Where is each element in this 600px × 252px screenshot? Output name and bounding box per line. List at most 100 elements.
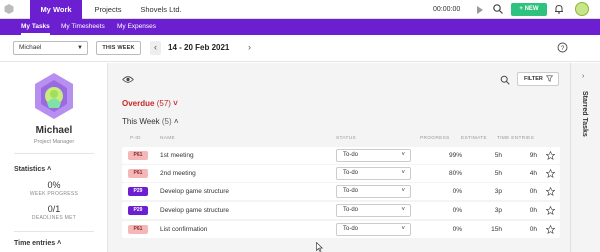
overdue-label: Overdue <box>122 99 155 108</box>
tab-projects[interactable]: Projects <box>88 0 128 19</box>
toolbar: Michael ▼ THIS WEEK ‹ 14 - 20 Feb 2021 ›… <box>0 35 600 62</box>
chevron-up-icon: ˄ <box>173 117 179 126</box>
star-icon[interactable] <box>546 169 555 178</box>
profile-role: Project Manager <box>33 139 75 145</box>
this-week-button[interactable]: THIS WEEK <box>96 41 141 55</box>
task-name[interactable]: 1st meeting <box>160 147 194 164</box>
column-header-progress: PROGRESS <box>420 136 450 141</box>
task-time-entries: 0h <box>529 226 537 233</box>
svg-text:?: ? <box>561 45 565 52</box>
task-name[interactable]: List confirmation <box>160 221 207 238</box>
eye-icon[interactable] <box>122 75 134 84</box>
chevron-up-icon: ˄ <box>47 166 52 173</box>
user-select-value: Michael <box>19 44 42 51</box>
status-select[interactable]: To-do ˅ <box>336 185 411 198</box>
this-week-count: (5) <box>161 117 172 126</box>
task-progress: 0% <box>452 207 462 214</box>
statistics-toggle[interactable]: Statistics ˄ <box>14 166 51 173</box>
task-estimate: 5h <box>494 170 502 177</box>
status-value: To-do <box>343 170 359 176</box>
new-button[interactable]: + NEW <box>511 3 547 16</box>
table-row[interactable]: P61 List confirmation To-do ˅ 0% 15h 0h <box>122 221 560 238</box>
play-icon[interactable] <box>477 6 483 14</box>
week-progress-label: WEEK PROGRESS <box>29 191 79 197</box>
task-progress: 80% <box>448 170 462 177</box>
chevron-down-icon: ˅ <box>401 152 405 158</box>
sub-navigation: My Tasks My Timesheets My Expenses <box>0 19 600 35</box>
tab-shovels-ltd[interactable]: Shovels Ltd. <box>134 0 188 19</box>
column-header-pid: P-ID <box>130 136 141 141</box>
tasks-main: FILTER Overdue (57) ˅ This Week (5) ˄ P-… <box>108 63 570 252</box>
help-icon[interactable]: ? <box>557 42 568 53</box>
status-select[interactable]: To-do ˅ <box>336 149 411 162</box>
project-id-badge[interactable]: P61 <box>128 151 148 160</box>
star-icon[interactable] <box>546 187 555 196</box>
date-range: 14 - 20 Feb 2021 <box>168 43 230 52</box>
chevron-up-icon: ˄ <box>57 240 62 247</box>
task-estimate: 3p <box>494 207 502 214</box>
app-logo-icon[interactable] <box>3 3 15 15</box>
task-progress: 0% <box>452 188 462 195</box>
bell-icon[interactable] <box>553 3 565 15</box>
top-bar: My Work Projects Shovels Ltd. 00:00:00 +… <box>0 0 600 19</box>
status-value: To-do <box>343 207 359 213</box>
column-header-status: STATUS <box>336 136 357 141</box>
search-icon[interactable] <box>500 75 510 85</box>
tab-my-work[interactable]: My Work <box>30 0 82 19</box>
column-header-estimate: ESTIMATE <box>461 136 488 141</box>
project-id-badge[interactable]: P61 <box>128 169 148 178</box>
search-icon[interactable] <box>492 3 504 15</box>
next-week-button[interactable]: › <box>244 41 255 55</box>
status-select[interactable]: To-do ˅ <box>336 167 411 180</box>
task-name[interactable]: 2nd meeting <box>160 165 196 182</box>
table-row[interactable]: P29 Develop game structure To-do ˅ 0% 3p … <box>122 183 560 200</box>
task-name[interactable]: Develop game structure <box>160 183 229 200</box>
profile-avatar <box>35 73 73 119</box>
table-row[interactable]: P29 Develop game structure To-do ˅ 0% 3p … <box>122 202 560 219</box>
task-name[interactable]: Develop game structure <box>160 202 229 219</box>
subtab-my-timesheets[interactable]: My Timesheets <box>61 19 105 35</box>
status-value: To-do <box>343 226 359 232</box>
chevron-down-icon: ˅ <box>173 99 178 108</box>
subtab-my-tasks[interactable]: My Tasks <box>21 19 50 35</box>
status-value: To-do <box>343 152 359 158</box>
task-time-entries: 0h <box>529 188 537 195</box>
user-select[interactable]: Michael ▼ <box>13 41 88 55</box>
status-select[interactable]: To-do ˅ <box>336 204 411 217</box>
divider <box>14 231 94 232</box>
subtab-my-expenses[interactable]: My Expenses <box>117 19 156 35</box>
task-estimate: 5h <box>494 152 502 159</box>
previous-week-button[interactable]: ‹ <box>150 41 161 55</box>
star-icon[interactable] <box>546 206 555 215</box>
filter-button[interactable]: FILTER <box>517 72 559 86</box>
overdue-count: (57) <box>156 99 171 108</box>
deadlines-label: DEADLINES MET <box>31 215 77 221</box>
chevron-down-icon: ˅ <box>401 170 405 176</box>
task-time-entries: 0h <box>529 207 537 214</box>
task-time-entries: 9h <box>529 152 537 159</box>
mouse-cursor-icon <box>316 242 323 252</box>
chevron-down-icon: ▼ <box>77 45 83 51</box>
starred-tasks-panel[interactable]: › Starred Tasks <box>570 63 600 252</box>
table-row[interactable]: P61 1st meeting To-do ˅ 99% 5h 9h <box>122 147 560 164</box>
user-avatar[interactable] <box>575 2 589 16</box>
profile-sidebar: Michael Project Manager Statistics ˄ 0% … <box>0 63 108 252</box>
deadlines-value: 0/1 <box>47 204 61 214</box>
table-row[interactable]: P61 2nd meeting To-do ˅ 80% 5h 4h <box>122 165 560 182</box>
task-progress: 99% <box>448 152 462 159</box>
chevron-down-icon: ˅ <box>401 188 405 194</box>
chevron-left-icon[interactable]: › <box>582 73 584 80</box>
profile-name: Michael <box>35 125 73 136</box>
time-entries-toggle[interactable]: Time entries ˄ <box>14 240 61 247</box>
star-icon[interactable] <box>546 225 555 234</box>
project-id-badge[interactable]: P29 <box>128 187 148 196</box>
week-progress-value: 0% <box>47 180 61 190</box>
project-id-badge[interactable]: P29 <box>128 206 148 215</box>
column-header-name: NAME <box>160 136 176 141</box>
this-week-toggle[interactable]: This Week (5) ˄ <box>122 117 179 126</box>
this-week-label: This Week <box>122 117 160 126</box>
overdue-toggle[interactable]: Overdue (57) ˅ <box>122 99 178 108</box>
status-select[interactable]: To-do ˅ <box>336 223 411 236</box>
project-id-badge[interactable]: P61 <box>128 225 148 234</box>
star-icon[interactable] <box>546 151 555 160</box>
